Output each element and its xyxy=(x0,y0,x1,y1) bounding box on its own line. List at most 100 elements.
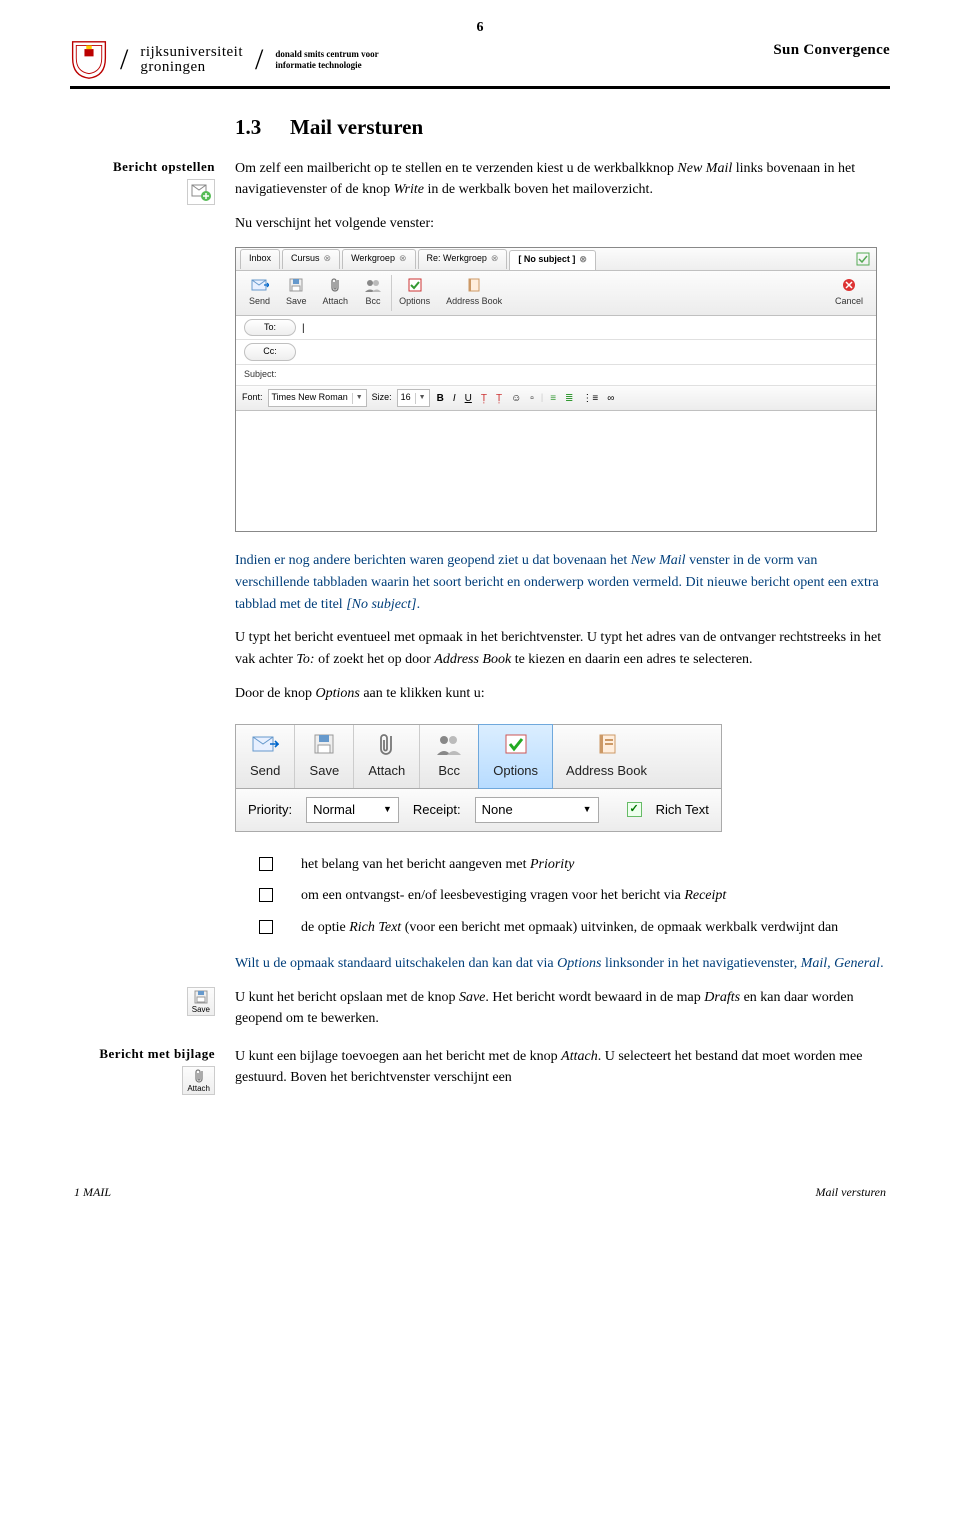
textcolor-button[interactable]: T̩ xyxy=(479,391,489,407)
bold-button[interactable]: B xyxy=(435,391,446,407)
slash-divider-icon: / xyxy=(120,43,128,77)
page-header: / rijksuniversiteit groningen / donald s… xyxy=(70,40,890,89)
priority-select[interactable]: Normal▼ xyxy=(306,797,399,823)
margin-attach-icon: Attach xyxy=(70,1066,215,1095)
send-button[interactable]: Send xyxy=(242,275,277,311)
send-button[interactable]: Send xyxy=(236,725,295,787)
chevron-down-icon: ▼ xyxy=(352,393,363,404)
font-select[interactable]: Times New Roman▼ xyxy=(268,389,367,407)
save-icon xyxy=(287,277,305,293)
to-label[interactable]: To: xyxy=(244,319,296,337)
note-paragraph: Indien er nog andere berichten waren geo… xyxy=(235,550,890,615)
save-button[interactable]: Save xyxy=(295,725,354,787)
margin-save-icon: Save xyxy=(70,987,215,1016)
margin-label-bericht-met-bijlage: Bericht met bijlage xyxy=(70,1046,215,1062)
emoji-button[interactable]: ☺ xyxy=(509,391,523,407)
addressbook-button[interactable]: Address Book xyxy=(439,275,509,311)
save-icon xyxy=(309,731,339,757)
margin-newmail-icon xyxy=(70,179,215,205)
priority-label: Priority: xyxy=(248,800,292,820)
highlightcolor-button[interactable]: T̩ xyxy=(494,391,504,407)
document-title: Sun Convergence xyxy=(773,40,890,59)
list-item: het belang van het bericht aangeven met … xyxy=(259,854,890,876)
font-label: Font: xyxy=(242,391,263,405)
subject-label: Subject: xyxy=(244,368,282,382)
close-icon[interactable]: ⊗ xyxy=(579,253,587,267)
paragraph: U kunt het bericht opslaan met de knop S… xyxy=(235,987,890,1030)
header-left: / rijksuniversiteit groningen / donald s… xyxy=(70,40,379,80)
paragraph: Door de knop Options aan te klikken kunt… xyxy=(235,683,890,705)
paragraph: Nu verschijnt het volgende venster: xyxy=(235,213,890,235)
tab-werkgroep[interactable]: Werkgroep⊗ xyxy=(342,249,415,269)
footer-right: Mail versturen xyxy=(815,1185,886,1200)
italic-button[interactable]: I xyxy=(451,391,458,407)
richtext-checkbox[interactable]: ✓ xyxy=(627,802,642,817)
people-icon xyxy=(364,277,382,293)
bullet-icon xyxy=(259,920,273,934)
message-body[interactable] xyxy=(236,411,876,531)
indent-button[interactable]: ≣ xyxy=(563,391,575,407)
expand-icon[interactable] xyxy=(850,252,876,266)
close-icon[interactable]: ⊗ xyxy=(491,252,499,266)
university-name: rijksuniversiteit groningen xyxy=(140,45,243,75)
bcc-button[interactable]: Bcc xyxy=(357,275,389,311)
subject-input[interactable] xyxy=(288,368,868,382)
save-button[interactable]: Save xyxy=(279,275,314,311)
addressbook-button[interactable]: Address Book xyxy=(552,725,661,787)
tab-inbox[interactable]: Inbox xyxy=(240,249,280,269)
section-heading: 1.3Mail versturen xyxy=(235,111,890,144)
bcc-button[interactable]: Bcc xyxy=(420,725,479,787)
send-icon xyxy=(250,731,280,757)
attach-image-button[interactable]: ▫ xyxy=(528,391,536,407)
link-button[interactable]: ∞ xyxy=(605,391,616,407)
send-icon xyxy=(251,277,269,293)
addressbook-icon xyxy=(592,731,622,757)
page-footer: 1 MAIL Mail versturen xyxy=(70,1185,890,1200)
footer-left: 1 MAIL xyxy=(74,1185,111,1200)
cancel-button[interactable]: Cancel xyxy=(828,275,870,311)
addressbook-icon xyxy=(465,277,483,293)
bullet-list-button[interactable]: ⋮≡ xyxy=(580,391,600,407)
attach-button[interactable]: Attach xyxy=(316,275,356,311)
to-field-row: To: | xyxy=(236,316,876,341)
options-icon xyxy=(406,277,424,293)
options-button[interactable]: Options xyxy=(478,724,553,788)
note-paragraph: Wilt u de opmaak standaard uitschakelen … xyxy=(235,953,890,975)
bullet-icon xyxy=(259,857,273,871)
page-number: 6 xyxy=(70,20,890,36)
main-column: 1.3Mail versturen Om zelf een mailberich… xyxy=(235,111,890,987)
tab-cursus[interactable]: Cursus⊗ xyxy=(282,249,340,269)
paragraph: U kunt een bijlage toevoegen aan het ber… xyxy=(235,1046,890,1089)
size-label: Size: xyxy=(372,391,392,405)
chevron-down-icon: ▼ xyxy=(383,803,392,817)
list-item: om een ontvangst- en/of leesbevestiging … xyxy=(259,885,890,907)
cancel-icon xyxy=(840,277,858,293)
chevron-down-icon: ▼ xyxy=(583,803,592,817)
to-input[interactable]: | xyxy=(302,321,868,335)
close-icon[interactable]: ⊗ xyxy=(399,252,407,266)
close-icon[interactable]: ⊗ xyxy=(324,252,332,266)
bullet-list: het belang van het bericht aangeven met … xyxy=(259,854,890,939)
margin-column: Bericht opstellen xyxy=(70,111,215,987)
cc-input[interactable] xyxy=(302,345,868,359)
paragraph: Om zelf een mailbericht op te stellen en… xyxy=(235,158,890,201)
margin-label-bericht-opstellen: Bericht opstellen xyxy=(70,159,215,175)
paperclip-icon xyxy=(326,277,344,293)
format-toolbar: Font: Times New Roman▼ Size: 16▼ B I U T… xyxy=(236,386,876,411)
options-button[interactable]: Options xyxy=(391,275,437,311)
list-item: de optie Rich Text (voor een bericht met… xyxy=(259,917,890,939)
people-icon xyxy=(434,731,464,757)
tab-no-subject[interactable]: [ No subject ]⊗ xyxy=(509,250,596,270)
cc-label[interactable]: Cc: xyxy=(244,343,296,361)
receipt-select[interactable]: None▼ xyxy=(475,797,599,823)
options-toolbar-screenshot: Send Save Attach Bcc xyxy=(235,724,722,831)
tab-re-werkgroep[interactable]: Re: Werkgroep⊗ xyxy=(418,249,508,269)
align-button[interactable]: ≡ xyxy=(548,391,558,407)
underline-button[interactable]: U xyxy=(463,391,474,407)
richtext-label: Rich Text xyxy=(656,800,709,820)
options-icon xyxy=(501,731,531,757)
attach-button[interactable]: Attach xyxy=(354,725,420,787)
compose-window-screenshot: Inbox Cursus⊗ Werkgroep⊗ Re: Werkgroep⊗ … xyxy=(235,247,890,533)
paragraph: U typt het bericht eventueel met opmaak … xyxy=(235,627,890,670)
size-select[interactable]: 16▼ xyxy=(397,389,430,407)
